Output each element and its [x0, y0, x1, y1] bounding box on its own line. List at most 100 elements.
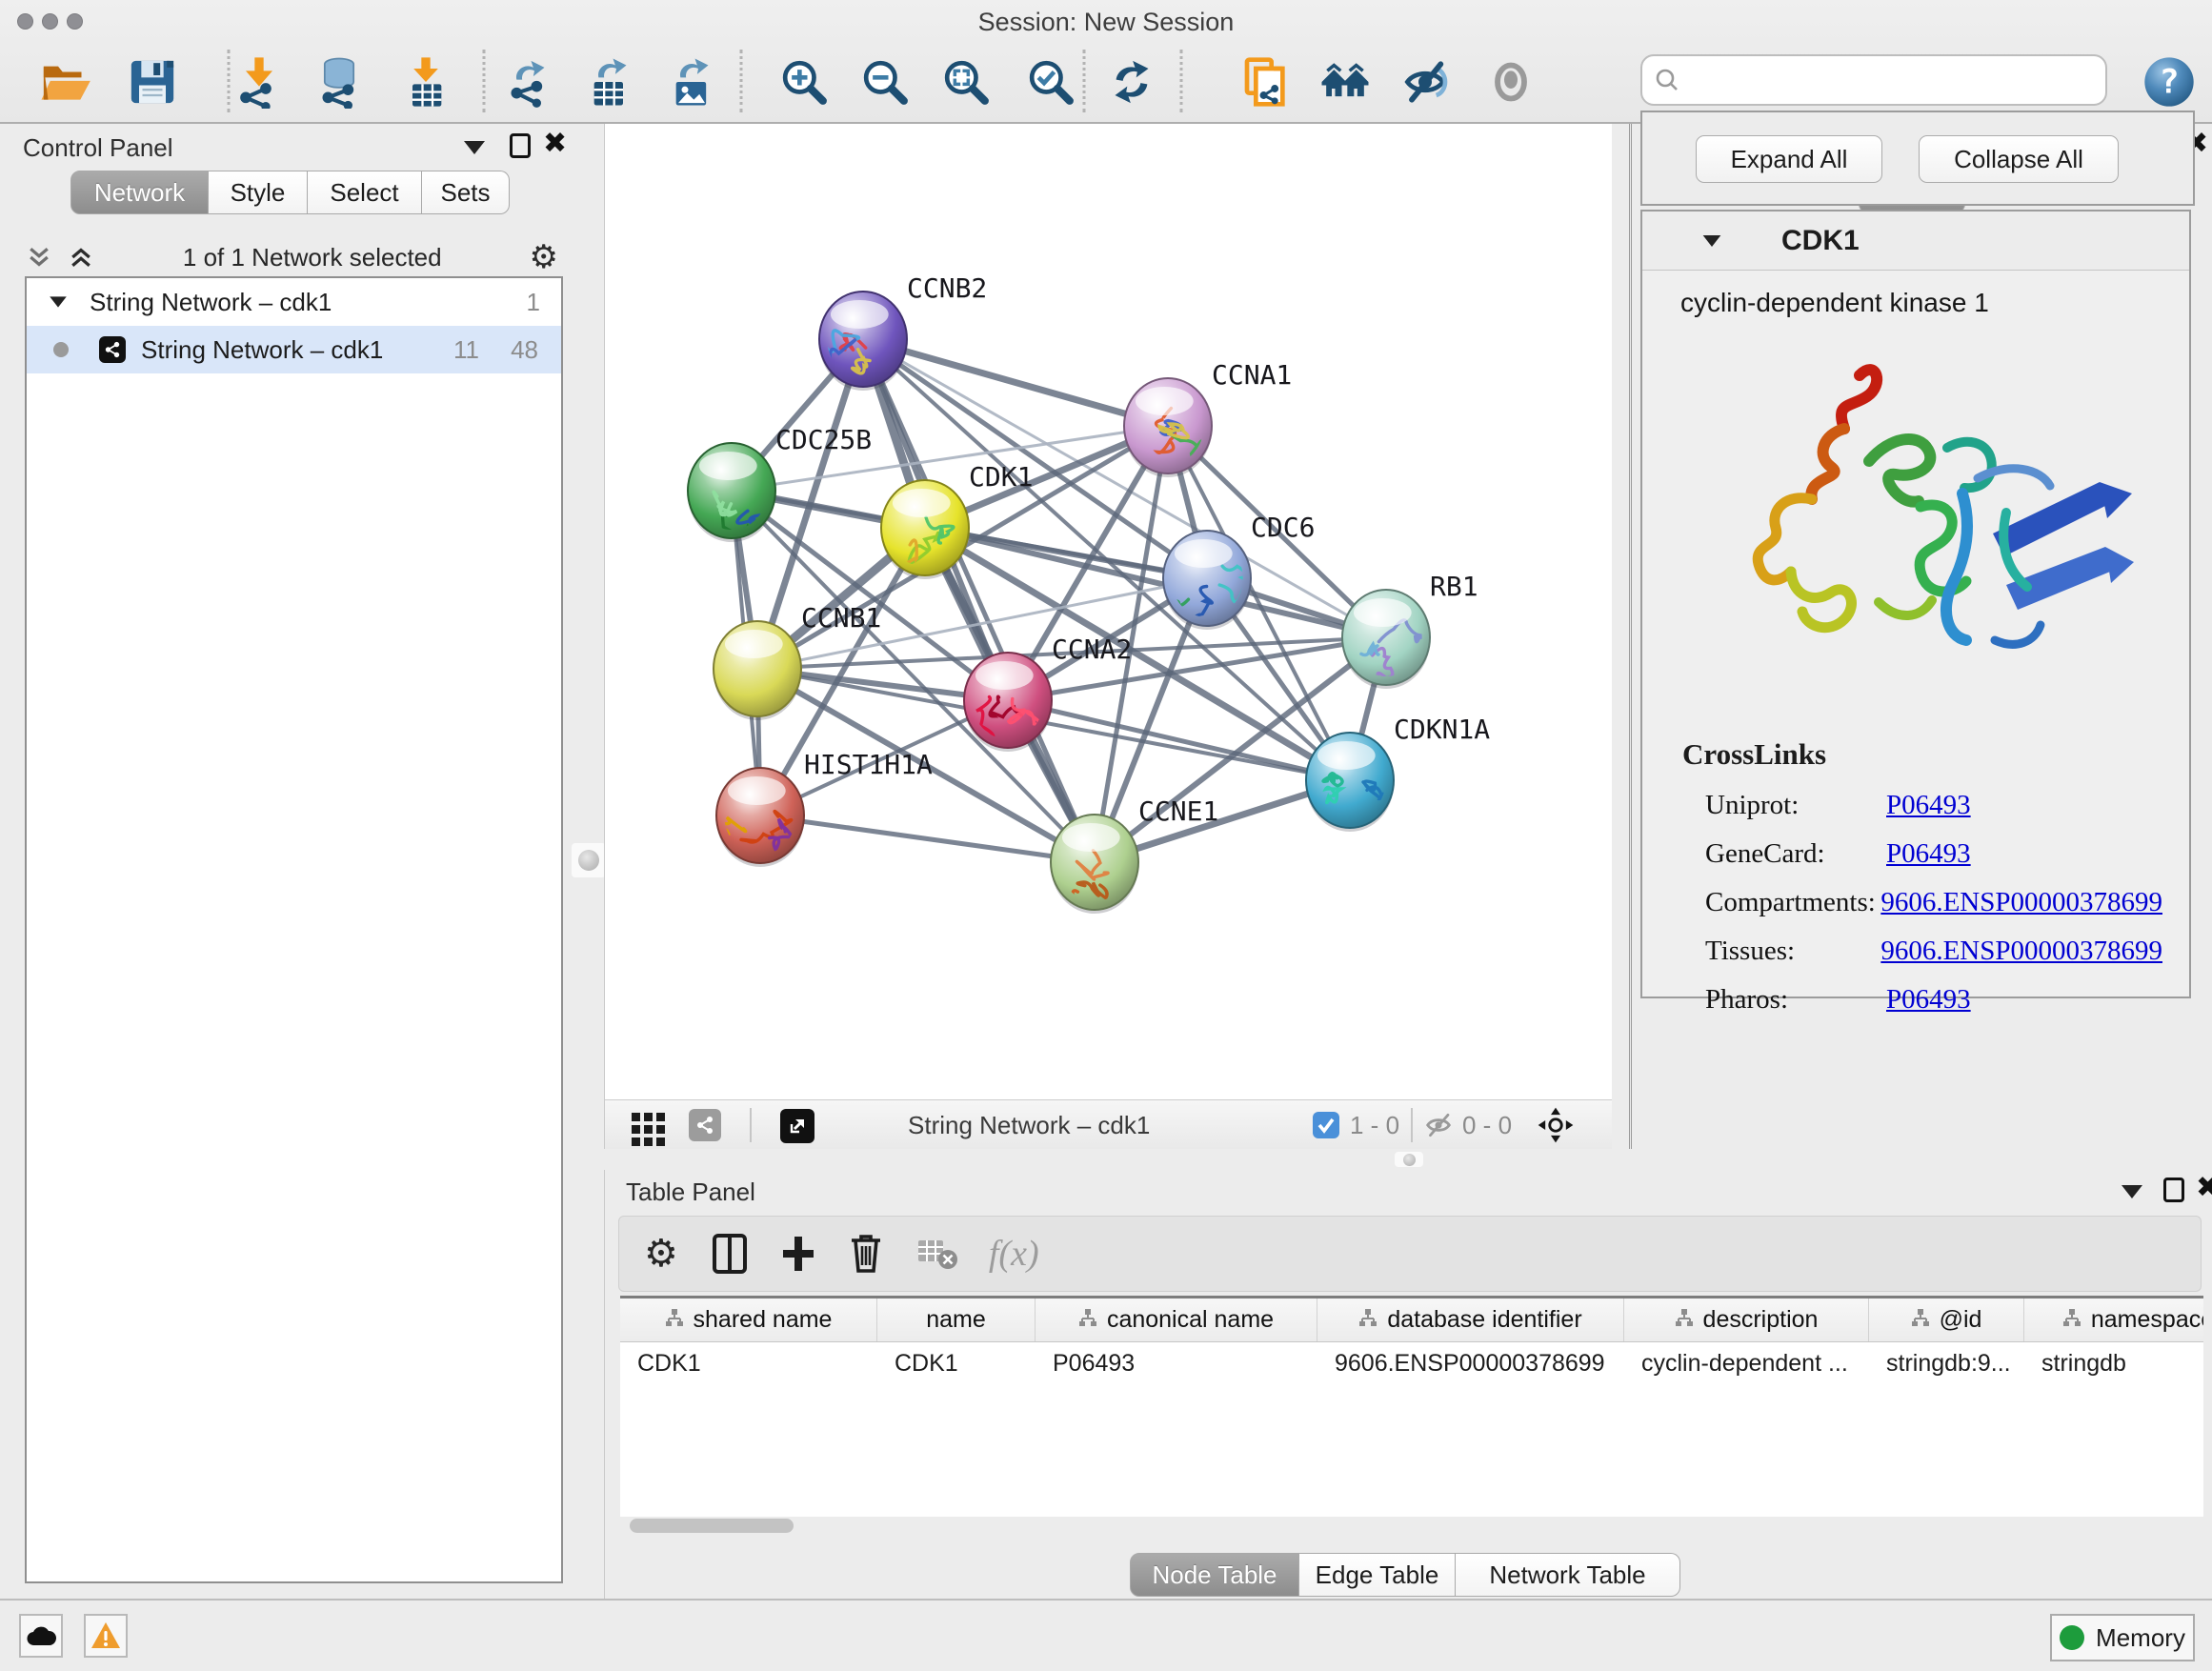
panel-float-icon[interactable]: [2163, 1178, 2184, 1202]
refresh-icon[interactable]: [1105, 55, 1158, 109]
table-row[interactable]: CDK1CDK1P064939606.ENSP00000378699cyclin…: [620, 1342, 2203, 1384]
gear-icon[interactable]: ⚙: [530, 238, 558, 276]
zoom-selected-icon[interactable]: [1024, 55, 1077, 109]
table-cell: stringdb:9...: [1869, 1342, 2024, 1384]
save-session-icon[interactable]: [126, 55, 179, 109]
import-table-icon[interactable]: [399, 55, 452, 109]
network-node-CCNE1[interactable]: CCNE1: [1051, 795, 1218, 919]
network-canvas[interactable]: CCNB2CCNA1CDC25BCDK1CDC6RB1CCNB1CCNA2CDK…: [604, 124, 1612, 1099]
export-image-icon[interactable]: [665, 55, 718, 109]
network-edge[interactable]: [760, 815, 1095, 862]
tab-select[interactable]: Select: [308, 171, 422, 214]
table-panel: Table Panel ✖ ⚙ f(x) shared namenamecano…: [604, 1170, 2212, 1599]
zoom-fit-icon[interactable]: [939, 55, 993, 109]
birdseye-grid-icon[interactable]: [632, 1113, 665, 1146]
network-row[interactable]: String Network – cdk1 11 48: [27, 326, 561, 373]
column-header-shared-name[interactable]: shared name: [620, 1299, 877, 1341]
column-label: shared name: [694, 1306, 833, 1334]
tab-style[interactable]: Style: [209, 171, 308, 214]
tab-edge-table[interactable]: Edge Table: [1299, 1553, 1456, 1597]
zoom-in-icon[interactable]: [777, 55, 831, 109]
first-neighbors-icon[interactable]: [1318, 55, 1372, 109]
open-session-icon[interactable]: [38, 55, 91, 109]
collection-expander-icon[interactable]: [50, 296, 67, 307]
panel-menu-icon[interactable]: [2122, 1185, 2142, 1198]
export-network-icon[interactable]: [501, 55, 554, 109]
column-header-namespace[interactable]: namespace: [2024, 1299, 2203, 1341]
open-in-window-icon[interactable]: [780, 1109, 814, 1143]
fit-crosshair-icon[interactable]: [1537, 1106, 1575, 1144]
warnings-button[interactable]: [84, 1614, 128, 1658]
gene-card-header[interactable]: CDK1: [1642, 211, 2189, 271]
network-edge[interactable]: [1008, 700, 1350, 780]
import-network-from-database-icon[interactable]: [312, 55, 366, 109]
network-node-CCNB2[interactable]: CCNB2: [802, 272, 988, 391]
tab-sets[interactable]: Sets: [422, 171, 510, 214]
memory-button[interactable]: Memory: [2050, 1614, 2195, 1661]
toolbar-separator: [1180, 50, 1183, 112]
tab-network-table[interactable]: Network Table: [1456, 1553, 1680, 1597]
left-splitter-handle[interactable]: [572, 843, 606, 877]
memory-label: Memory: [2096, 1623, 2185, 1653]
column-header-canonical-name[interactable]: canonical name: [1036, 1299, 1317, 1341]
network-node-CDKN1A[interactable]: CDKN1A: [1306, 714, 1490, 832]
table-panel-title: Table Panel: [626, 1178, 755, 1207]
zoom-out-icon[interactable]: [858, 55, 912, 109]
column-header-database-identifier[interactable]: database identifier: [1317, 1299, 1624, 1341]
tab-network[interactable]: Network: [70, 171, 209, 214]
gene-expander-icon[interactable]: [1703, 235, 1721, 247]
add-column-icon[interactable]: [779, 1233, 817, 1275]
tab-node-table[interactable]: Node Table: [1130, 1553, 1299, 1597]
column-sort-icon: [2062, 1306, 2081, 1334]
panel-close-icon[interactable]: ✖: [2196, 1176, 2212, 1200]
crosslinks-list: Uniprot:P06493GeneCard:P06493Compartment…: [1705, 781, 2162, 1024]
table-cell: 9606.ENSP00000378699: [1317, 1342, 1624, 1384]
table-settings-gear-icon[interactable]: ⚙: [644, 1232, 678, 1276]
panel-menu-icon[interactable]: [464, 141, 485, 154]
network-node-CCNB1[interactable]: CCNB1: [714, 602, 881, 720]
selected-checkbox-icon[interactable]: [1312, 1111, 1340, 1139]
crosslink-link[interactable]: P06493: [1886, 790, 1971, 821]
crosslink-row: GeneCard:P06493: [1705, 830, 2162, 878]
network-collection-row[interactable]: String Network – cdk1 1: [27, 278, 561, 326]
expand-all-icon[interactable]: [67, 243, 95, 272]
expand-all-button[interactable]: Expand All: [1696, 135, 1882, 183]
panel-float-icon[interactable]: [510, 133, 531, 158]
crosslink-link[interactable]: 9606.ENSP00000378699: [1880, 936, 2162, 967]
cloud-icon: [26, 1624, 56, 1647]
network-node-CCNA1[interactable]: CCNA1: [1124, 359, 1292, 477]
hidden-count: 0 - 0: [1462, 1111, 1512, 1140]
help-icon[interactable]: ?: [2142, 55, 2196, 109]
new-network-from-selection-icon[interactable]: [1240, 55, 1294, 109]
search-input[interactable]: [1680, 67, 2081, 94]
show-all-icon[interactable]: [1484, 55, 1538, 109]
table-cell: cyclin-dependent ...: [1624, 1342, 1869, 1384]
crosslink-link[interactable]: P06493: [1886, 984, 1971, 1016]
export-table-icon[interactable]: [583, 55, 636, 109]
collapse-all-button[interactable]: Collapse All: [1919, 135, 2119, 183]
node-label-CCNA2: CCNA2: [1052, 634, 1132, 665]
crosslink-link[interactable]: P06493: [1886, 838, 1971, 870]
toolbar-separator: [483, 50, 486, 112]
gene-details-card: CDK1 cyclin-dependent kinase 1 CrossLink…: [1640, 210, 2191, 998]
column-header--id[interactable]: @id: [1869, 1299, 2024, 1341]
node-label-CCNE1: CCNE1: [1138, 795, 1218, 827]
search-box[interactable]: [1640, 54, 2107, 106]
hide-selected-icon[interactable]: [1398, 55, 1452, 109]
horizontal-scrollbar[interactable]: [620, 1519, 2203, 1540]
panel-close-icon[interactable]: ✖: [543, 131, 567, 156]
node-label-HIST1H1A: HIST1H1A: [804, 749, 933, 780]
show-columns-icon[interactable]: [711, 1233, 749, 1275]
column-header-description[interactable]: description: [1624, 1299, 1869, 1341]
crosslink-link[interactable]: 9606.ENSP00000378699: [1880, 887, 2162, 918]
network-node-RB1[interactable]: RB1: [1342, 571, 1478, 689]
column-header-name[interactable]: name: [877, 1299, 1036, 1341]
import-network-icon[interactable]: [232, 55, 286, 109]
collection-count: 1: [527, 288, 540, 317]
cloud-button[interactable]: [19, 1614, 63, 1658]
network-node-HIST1H1A[interactable]: HIST1H1A: [713, 749, 933, 867]
collapse-all-icon[interactable]: [25, 243, 53, 272]
delete-column-trash-icon[interactable]: [848, 1233, 884, 1275]
network-overview-icon[interactable]: [689, 1109, 721, 1141]
bottom-splitter-handle[interactable]: [1395, 1152, 1423, 1167]
